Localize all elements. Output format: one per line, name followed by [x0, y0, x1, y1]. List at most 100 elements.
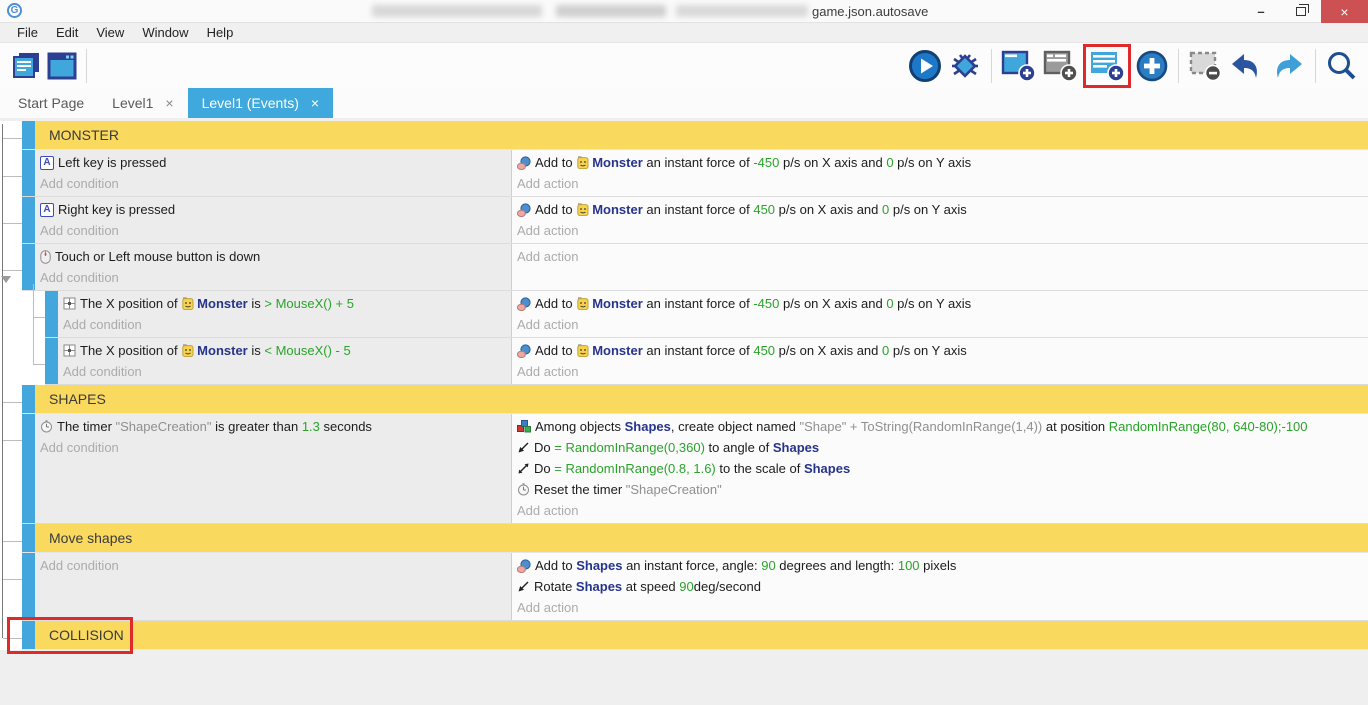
add-condition-button[interactable]: Add condition: [35, 220, 511, 241]
redo-button[interactable]: [1267, 49, 1309, 83]
tab-level1-events-[interactable]: Level1 (Events)×: [188, 88, 333, 118]
event-row[interactable]: The X position of Monster is > MouseX() …: [45, 291, 1368, 338]
add-group-button[interactable]: [1040, 49, 1082, 83]
actions-cell[interactable]: Add action: [512, 244, 1368, 290]
event-row[interactable]: Touch or Left mouse button is downAdd co…: [22, 244, 1368, 291]
action-line[interactable]: Do = RandomInRange(0,360) to angle of Sh…: [512, 437, 1368, 458]
add-condition-label: Add condition: [40, 223, 119, 238]
action-line[interactable]: Add to Monster an instant force of 450 p…: [512, 199, 1368, 220]
add-action-button[interactable]: Add action: [512, 500, 1368, 521]
event-row[interactable]: The timer "ShapeCreation" is greater tha…: [22, 414, 1368, 524]
text-segment: at speed: [622, 579, 679, 594]
add-event-button[interactable]: [1083, 44, 1131, 88]
event-color-bar: [22, 150, 35, 196]
condition-line[interactable]: Touch or Left mouse button is down: [35, 246, 511, 267]
group-header-body[interactable]: SHAPES: [35, 385, 1368, 413]
add-group-icon: [1043, 50, 1079, 82]
action-line[interactable]: Add to Monster an instant force of -450 …: [512, 293, 1368, 314]
menu-edit[interactable]: Edit: [47, 25, 87, 40]
close-icon[interactable]: ×: [311, 95, 319, 111]
menu-window[interactable]: Window: [133, 25, 197, 40]
text-segment: Monster: [592, 296, 643, 311]
action-line[interactable]: Among objects Shapes, create object name…: [512, 416, 1368, 437]
event-group-header[interactable]: SHAPES: [22, 385, 1368, 414]
text-segment: to angle of: [705, 440, 773, 455]
conditions-cell[interactable]: The X position of Monster is < MouseX() …: [58, 338, 512, 384]
minimize-button[interactable]: –: [1241, 0, 1281, 23]
condition-line[interactable]: ALeft key is pressed: [35, 152, 511, 173]
redo-icon: [1270, 50, 1306, 82]
condition-line[interactable]: ARight key is pressed: [35, 199, 511, 220]
add-subevent-button[interactable]: [1132, 48, 1172, 84]
event-row[interactable]: The X position of Monster is < MouseX() …: [45, 338, 1368, 385]
actions-cell[interactable]: Add to Monster an instant force of 450 p…: [512, 197, 1368, 243]
event-group-header[interactable]: Move shapes: [22, 524, 1368, 553]
tab-start-page[interactable]: Start Page: [4, 88, 98, 118]
add-action-button[interactable]: Add action: [512, 220, 1368, 241]
search-button[interactable]: [1322, 48, 1360, 84]
conditions-cell[interactable]: Add condition: [35, 553, 512, 620]
actions-cell[interactable]: Among objects Shapes, create object name…: [512, 414, 1368, 523]
create-icon: [517, 420, 531, 433]
add-action-button[interactable]: Add action: [512, 361, 1368, 382]
actions-cell[interactable]: Add to Shapes an instant force, angle: 9…: [512, 553, 1368, 620]
group-header-body[interactable]: MONSTER: [35, 121, 1368, 149]
event-color-bar: [45, 291, 58, 337]
start-page-button[interactable]: [44, 51, 80, 81]
collapse-arrow-icon[interactable]: [1, 276, 11, 283]
group-header-body[interactable]: COLLISION: [35, 621, 1368, 649]
condition-line[interactable]: The timer "ShapeCreation" is greater tha…: [35, 416, 511, 437]
actions-cell[interactable]: Add to Monster an instant force of 450 p…: [512, 338, 1368, 384]
close-button[interactable]: ×: [1321, 0, 1368, 23]
event-group-header[interactable]: MONSTER: [22, 121, 1368, 150]
project-manager-button[interactable]: [8, 51, 44, 81]
event-row[interactable]: Add conditionAdd to Shapes an instant fo…: [22, 553, 1368, 621]
maximize-button[interactable]: [1281, 0, 1321, 23]
text-segment: is: [248, 296, 265, 311]
conditions-cell[interactable]: Touch or Left mouse button is downAdd co…: [35, 244, 512, 290]
tab-level1[interactable]: Level1×: [98, 88, 187, 118]
redacted-title-segment: [556, 5, 666, 17]
actions-cell[interactable]: Add to Monster an instant force of -450 …: [512, 150, 1368, 196]
action-line[interactable]: Add to Monster an instant force of 450 p…: [512, 340, 1368, 361]
condition-line[interactable]: The X position of Monster is < MouseX() …: [58, 340, 511, 361]
add-action-button[interactable]: Add action: [512, 314, 1368, 335]
delete-event-button[interactable]: [1185, 49, 1225, 83]
add-condition-button[interactable]: Add condition: [35, 173, 511, 194]
add-action-button[interactable]: Add action: [512, 246, 1368, 267]
event-row[interactable]: ARight key is pressed Add condition Add to…: [22, 197, 1368, 244]
event-group-header-highlighted[interactable]: COLLISION: [22, 621, 1368, 650]
add-condition-button[interactable]: Add condition: [58, 361, 511, 382]
group-header-body[interactable]: Move shapes: [35, 524, 1368, 552]
action-line[interactable]: Add to Shapes an instant force, angle: 9…: [512, 555, 1368, 576]
add-condition-button[interactable]: Add condition: [35, 555, 511, 576]
action-line[interactable]: Reset the timer "ShapeCreation": [512, 479, 1368, 500]
conditions-cell[interactable]: The X position of Monster is > MouseX() …: [58, 291, 512, 337]
add-condition-button[interactable]: Add condition: [58, 314, 511, 335]
menu-help[interactable]: Help: [198, 25, 243, 40]
conditions-cell[interactable]: ALeft key is pressed Add condition: [35, 150, 512, 196]
add-action-button[interactable]: Add action: [512, 597, 1368, 618]
debug-button[interactable]: [945, 48, 985, 84]
condition-line[interactable]: The X position of Monster is > MouseX() …: [58, 293, 511, 314]
conditions-cell[interactable]: The timer "ShapeCreation" is greater tha…: [35, 414, 512, 523]
add-condition-button[interactable]: Add condition: [35, 437, 511, 458]
add-object-icon: [1001, 50, 1037, 82]
close-icon[interactable]: ×: [165, 95, 173, 111]
force-icon: [517, 203, 531, 217]
add-action-button[interactable]: Add action: [512, 173, 1368, 194]
conditions-cell[interactable]: ARight key is pressed Add condition: [35, 197, 512, 243]
menu-view[interactable]: View: [87, 25, 133, 40]
actions-cell[interactable]: Add to Monster an instant force of -450 …: [512, 291, 1368, 337]
action-line[interactable]: Add to Monster an instant force of -450 …: [512, 152, 1368, 173]
undo-button[interactable]: [1225, 49, 1267, 83]
scale-icon: [517, 462, 530, 475]
event-row[interactable]: ALeft key is pressed Add condition Add to …: [22, 150, 1368, 197]
action-line[interactable]: Do = RandomInRange(0.8, 1.6) to the scal…: [512, 458, 1368, 479]
play-button[interactable]: [905, 48, 945, 84]
add-condition-label: Add condition: [40, 176, 119, 191]
add-object-button[interactable]: [998, 49, 1040, 83]
action-line[interactable]: Rotate Shapes at speed 90deg/second: [512, 576, 1368, 597]
add-condition-button[interactable]: Add condition: [35, 267, 511, 288]
menu-file[interactable]: File: [8, 25, 47, 40]
